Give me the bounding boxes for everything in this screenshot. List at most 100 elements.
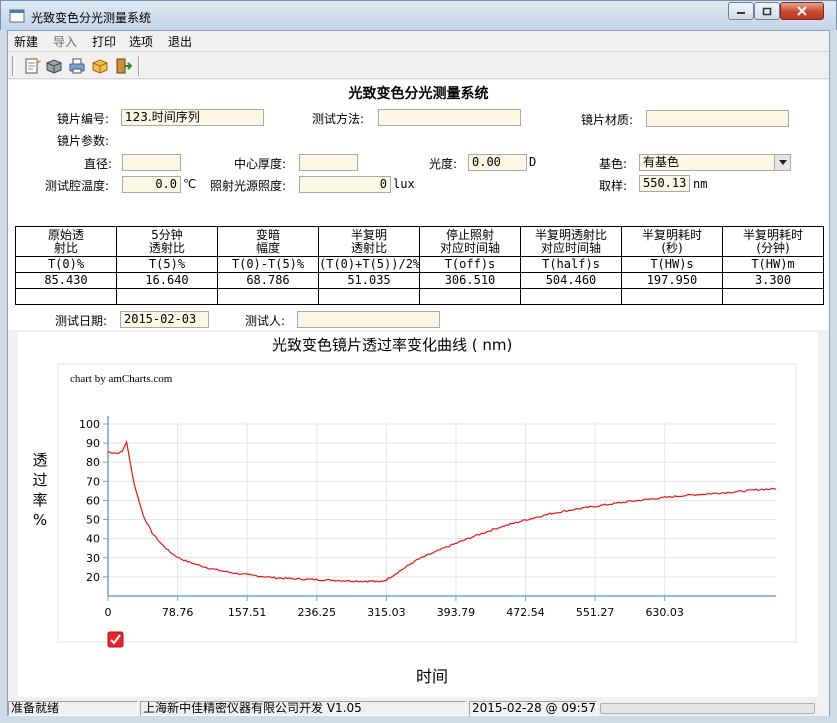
- table-cell: T(0)-T(5)%: [217, 256, 319, 273]
- close-icon: [797, 6, 807, 16]
- table-values-row: 85.430 16.640 68.786 51.035 306.510 504.…: [15, 272, 824, 289]
- x-tick-label: 315.03: [367, 606, 406, 619]
- y-tick-label: 20: [86, 571, 100, 584]
- dropdown-arrow-icon[interactable]: [774, 155, 790, 170]
- close-button[interactable]: [780, 2, 824, 20]
- y-tick-label: 80: [86, 456, 100, 469]
- new-icon[interactable]: [23, 57, 41, 75]
- y-tick-label: 100: [79, 418, 100, 431]
- header-hw-minutes: 半复明耗时 (分钟): [722, 226, 824, 257]
- table-cell: [116, 288, 218, 305]
- header-t5: 5分钟 透射比: [116, 226, 218, 257]
- exit-icon[interactable]: [114, 57, 132, 75]
- menu-options[interactable]: 选项: [129, 33, 153, 50]
- menu-exit[interactable]: 退出: [168, 33, 192, 50]
- y-tick-label: 50: [86, 514, 100, 527]
- substrate-value: 有基色: [643, 155, 680, 169]
- table-cell: T(HW)m: [722, 256, 824, 273]
- y-tick-label: 60: [86, 494, 100, 507]
- import-icon[interactable]: [45, 57, 63, 75]
- table-cell: 3.300: [722, 272, 824, 289]
- chart-title: 光致变色镜片透过率变化曲线 ( nm): [272, 336, 512, 354]
- status-ready: 准备就绪: [8, 701, 138, 716]
- tester-label: 测试人:: [245, 314, 286, 328]
- window-title: 光致变色分光测量系统: [31, 11, 152, 25]
- options-icon[interactable]: [91, 57, 109, 75]
- y-tick-label: 40: [86, 533, 100, 546]
- series-toggle-checkbox[interactable]: [107, 631, 124, 648]
- lens-id-field[interactable]: 123.时间序列: [121, 109, 264, 126]
- illuminance-unit: lux: [393, 177, 415, 191]
- title-bar: 光致变色分光测量系统: [0, 0, 837, 30]
- header-hw-seconds: 半复明耗时 (秒): [621, 226, 723, 257]
- y-tick-label: 70: [86, 475, 100, 488]
- header-t0: 原始透 射比: [15, 226, 117, 257]
- y-axis-label-char: 过: [32, 471, 47, 489]
- power-field[interactable]: 0.00: [468, 154, 527, 171]
- test-date-field[interactable]: 2015-02-03: [120, 311, 209, 328]
- x-tick-label: 393.79: [437, 606, 476, 619]
- header-darkening: 变暗 幅度: [217, 226, 319, 257]
- main-window: 新建 导入 打印 选项 退出 光致变色分光测量系统 镜片编号: 123.时间序列…: [7, 30, 830, 716]
- table-cell: [217, 288, 319, 305]
- diameter-label: 直径:: [84, 157, 113, 171]
- y-tick-label: 90: [86, 437, 100, 450]
- chamber-temp-field[interactable]: 0.0: [122, 176, 181, 193]
- tester-field[interactable]: [297, 311, 440, 328]
- plot-frame: [57, 363, 797, 643]
- sampling-field[interactable]: 550.13: [639, 175, 690, 192]
- chart-panel: 光致变色镜片透过率变化曲线 ( nm) chart by amCharts.co…: [18, 332, 818, 697]
- y-axis-label: 透过率%: [32, 451, 47, 529]
- center-thickness-field[interactable]: [299, 154, 358, 171]
- table-cell: 306.510: [419, 272, 521, 289]
- form-heading: 光致变色分光测量系统: [348, 86, 489, 102]
- toolbar-grip[interactable]: [12, 56, 15, 76]
- chart-area: 光致变色镜片透过率变化曲线 ( nm) chart by amCharts.co…: [8, 330, 829, 700]
- substrate-select[interactable]: 有基色: [639, 154, 791, 171]
- maximize-button[interactable]: [754, 2, 780, 20]
- illuminance-field[interactable]: 0: [299, 176, 391, 193]
- chart-credit: chart by amCharts.com: [70, 373, 173, 385]
- x-tick-label: 78.76: [162, 606, 194, 619]
- sampling-label: 取样:: [599, 179, 628, 193]
- test-date-label: 测试日期:: [55, 314, 108, 328]
- table-units-row: T(0)% T(5)% T(0)-T(5)% (T(0)+T(5))/2% T(…: [15, 256, 824, 273]
- x-tick-label: 0: [105, 606, 112, 619]
- minimize-icon: [737, 12, 745, 14]
- table-cell: T(5)%: [116, 256, 218, 273]
- status-datetime: 2015-02-28 @ 09:57:13: [469, 701, 597, 716]
- table-cell: [318, 288, 420, 305]
- table-cell: [621, 288, 723, 305]
- x-axis-label: 时间: [416, 667, 448, 686]
- x-tick-label: 472.54: [506, 606, 545, 619]
- sampling-unit: nm: [693, 177, 708, 191]
- y-axis-label-char: 透: [32, 451, 47, 469]
- menu-print[interactable]: 打印: [92, 33, 116, 50]
- table-cell: 504.460: [520, 272, 622, 289]
- table-cell: (T(0)+T(5))/2%: [318, 256, 420, 273]
- header-t-off: 停止照射 对应时间轴: [419, 226, 521, 257]
- menu-import[interactable]: 导入: [53, 33, 77, 50]
- illuminance-label: 照射光源照度:: [210, 179, 287, 193]
- x-tick-label: 630.03: [645, 606, 684, 619]
- test-method-field[interactable]: [378, 109, 521, 126]
- table-empty-row: [15, 288, 824, 305]
- lens-material-field[interactable]: [646, 110, 789, 127]
- test-method-label: 测试方法:: [312, 112, 365, 126]
- minimize-button[interactable]: [728, 2, 754, 20]
- y-axis-label-char: 率: [32, 491, 47, 509]
- table-cell: [722, 288, 824, 305]
- table-cell: T(off)s: [419, 256, 521, 273]
- lens-params-label: 镜片参数:: [57, 134, 110, 148]
- results-table: 原始透 射比 5分钟 透射比 变暗 幅度 半复明 透射比 停止照射 对应时间轴 半复明透射…: [15, 226, 824, 305]
- menu-new[interactable]: 新建: [14, 33, 38, 50]
- table-cell: T(HW)s: [621, 256, 723, 273]
- measurement-form: 光致变色分光测量系统 镜片编号: 123.时间序列 测试方法: 镜片材质: 镜片…: [8, 80, 829, 330]
- diameter-field[interactable]: [122, 154, 181, 171]
- toolbar: [8, 51, 829, 79]
- x-tick-label: 551.27: [576, 606, 615, 619]
- y-axis-label-char: %: [33, 511, 47, 529]
- print-icon[interactable]: [68, 57, 86, 75]
- y-tick-label: 30: [86, 552, 100, 565]
- header-t-half: 半复明透射比 对应时间轴: [520, 226, 622, 257]
